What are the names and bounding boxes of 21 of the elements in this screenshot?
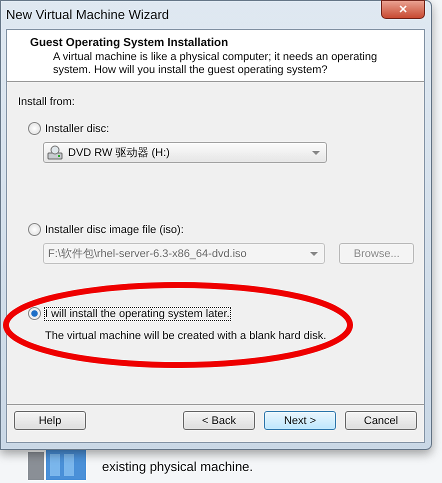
wizard-button[interactable]: Help [14,411,86,430]
option-label[interactable]: I will install the operating system later. [45,308,230,320]
background-text: existing physical machine. [102,459,254,474]
wizard-button[interactable]: Cancel [345,411,417,430]
radio-button[interactable] [28,307,41,320]
option-label[interactable]: Installer disc: [45,122,110,134]
page-heading: Guest Operating System Installation [30,37,230,49]
option-description: The virtual machine will be created with a blank hard disk. [45,330,328,342]
drive-dropdown[interactable]: DVD RW 驱动器 (H:) [43,142,327,163]
radio-button[interactable] [28,122,41,135]
computer-icon [28,448,88,480]
caret-icon [310,252,318,256]
disc-drive-icon [47,144,63,160]
caret-icon [312,150,320,154]
wizard-button[interactable]: Next > [264,411,336,430]
page-description: A virtual machine is like a physical computer; it needs an operating system. How will you install the guest operating system? [53,51,378,77]
install-from-label: Install from: [18,96,76,108]
option-label[interactable]: Installer disc image file (iso): [45,224,184,236]
window-title: New Virtual Machine Wizard [6,7,170,22]
wizard-button[interactable]: < Back [183,411,255,430]
radio-button[interactable] [28,223,41,236]
